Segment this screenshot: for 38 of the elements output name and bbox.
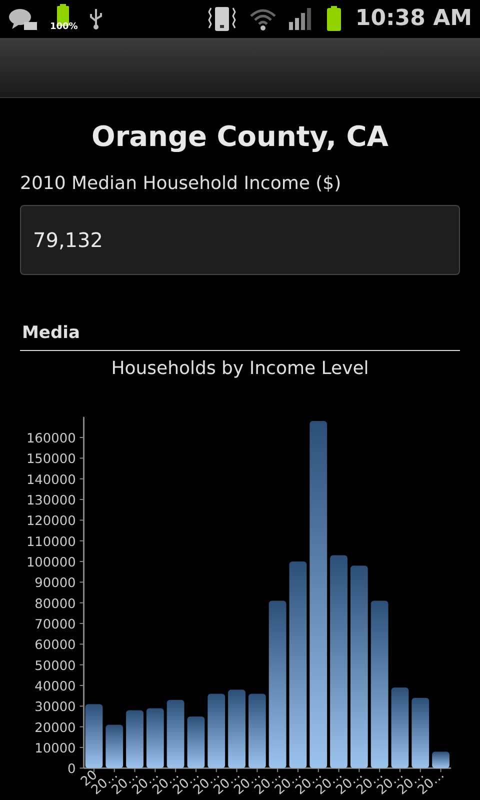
y-tick-label: 30000 [34,700,76,716]
y-tick-label: 60000 [34,638,76,654]
y-tick-label: 110000 [26,534,76,550]
section-title: Media [21,322,81,345]
bar [412,698,430,768]
clock: 10:38 AM [355,5,472,34]
bar [432,752,450,768]
y-tick-label: 20000 [34,720,76,736]
chat-icon [8,6,38,31]
field-label: 2010 Median Household Income ($) [20,172,342,196]
page-title: Orange County, CA [90,118,390,155]
y-tick-label: 10000 [34,741,76,756]
vibrate-icon [207,6,238,32]
y-tick-label: 90000 [34,576,76,592]
bar [187,716,205,768]
y-tick-label: 150000 [26,452,76,468]
y-tick-label: 160000 [26,432,76,446]
y-tick-label: 80000 [34,596,76,612]
bar [166,700,184,768]
bar [146,708,164,768]
y-tick-label: 120000 [26,514,76,530]
battery-icon [325,6,344,32]
chart-title: Households by Income Level [110,357,370,382]
y-tick-label: 140000 [26,472,76,488]
battery-percent: 100% [50,22,78,32]
y-tick-label: 100000 [26,556,76,570]
y-tick-label: 0 [68,762,76,778]
y-tick-label: 130000 [26,494,76,508]
bar [126,710,144,768]
y-tick-label: 40000 [34,679,76,694]
usb-icon [88,6,104,31]
income-field[interactable]: 79,132 [20,204,460,275]
y-tick-label: 50000 [34,658,76,674]
wifi-icon [249,6,278,31]
signal-icon [289,8,314,30]
y-tick-label: 70000 [34,617,76,632]
bar [106,724,124,768]
bar [85,704,103,768]
